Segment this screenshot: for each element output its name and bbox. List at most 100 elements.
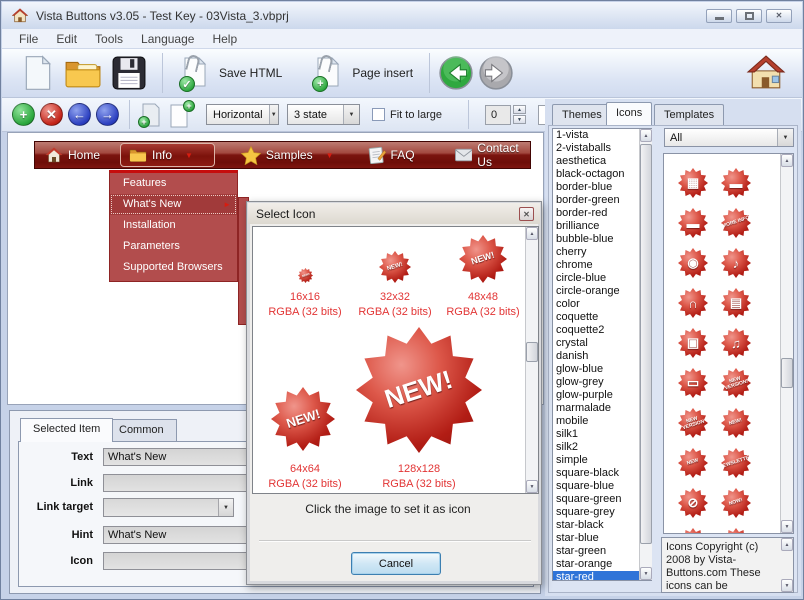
spacing-spinner[interactable]: 0 bbox=[485, 105, 511, 125]
theme-list-item[interactable]: border-red bbox=[553, 207, 651, 220]
home-button[interactable] bbox=[744, 53, 788, 93]
new-version-star-icon[interactable]: NEW VERSION bbox=[678, 408, 708, 438]
theme-list-item[interactable]: danish bbox=[553, 350, 651, 363]
mouse-star-icon[interactable]: ◉ bbox=[678, 248, 708, 278]
icon-filter-select[interactable]: All ▼ bbox=[664, 128, 794, 147]
menu-item-parameters[interactable]: Parameters bbox=[110, 236, 237, 257]
link-target-select[interactable]: ▼ bbox=[103, 498, 234, 517]
theme-list-item[interactable]: cherry bbox=[553, 246, 651, 259]
theme-list-item[interactable]: star-blue bbox=[553, 532, 651, 545]
fit-to-large-checkbox[interactable] bbox=[372, 108, 385, 121]
scroll-up-icon[interactable]: ▲ bbox=[640, 129, 652, 142]
theme-list-scrollbar[interactable]: ▲ ▼ bbox=[639, 129, 652, 580]
save-project-button[interactable] bbox=[110, 54, 148, 92]
scrollbar-thumb[interactable] bbox=[526, 342, 538, 362]
audio-file-star-icon[interactable]: ♫ bbox=[721, 328, 751, 358]
minus-star-icon[interactable]: ▬ bbox=[721, 168, 751, 198]
theme-list-item[interactable]: circle-blue bbox=[553, 272, 651, 285]
theme-list-item[interactable]: star-orange bbox=[553, 558, 651, 571]
partial-star-icon[interactable] bbox=[678, 528, 708, 534]
partial-star-icon[interactable] bbox=[721, 528, 751, 534]
new-project-button[interactable] bbox=[22, 53, 54, 93]
menu-item-installation[interactable]: Installation bbox=[110, 215, 237, 236]
menu-language[interactable]: Language bbox=[132, 30, 203, 48]
theme-list-item[interactable]: glow-grey bbox=[553, 376, 651, 389]
theme-list-item[interactable]: circle-orange bbox=[553, 285, 651, 298]
icon-grid-scrollbar[interactable]: ▲ ▼ bbox=[780, 154, 793, 533]
scroll-down-icon[interactable]: ▼ bbox=[781, 579, 793, 592]
new-version-star-icon[interactable]: NEW VERSION! bbox=[721, 368, 751, 398]
delete-item-button[interactable]: ✕ bbox=[40, 103, 63, 126]
theme-list-item[interactable]: bubble-blue bbox=[553, 233, 651, 246]
maximize-button[interactable] bbox=[736, 9, 762, 23]
spinner-up-button[interactable]: ▲ bbox=[513, 105, 526, 114]
newsletter-star-icon[interactable]: NEWSLETTER bbox=[721, 448, 751, 478]
add-item-button[interactable]: + bbox=[12, 103, 35, 126]
theme-list-item[interactable]: mobile bbox=[553, 415, 651, 428]
more-info-star-icon[interactable]: MORE INFO bbox=[721, 208, 751, 238]
new-star-icon[interactable]: NEW bbox=[678, 448, 708, 478]
theme-list-item[interactable]: 1-vista bbox=[553, 129, 651, 142]
menu-item-features[interactable]: Features bbox=[110, 173, 237, 194]
theme-list-item[interactable]: square-grey bbox=[553, 506, 651, 519]
copyright-scrollbar[interactable]: ▲ ▼ bbox=[781, 538, 794, 592]
theme-list-item[interactable]: square-black bbox=[553, 467, 651, 480]
spinner-down-button[interactable]: ▼ bbox=[513, 115, 526, 124]
menu-edit[interactable]: Edit bbox=[47, 30, 86, 48]
scroll-up-icon[interactable]: ▲ bbox=[781, 154, 793, 167]
pictures-star-icon[interactable]: ▣ bbox=[678, 328, 708, 358]
scroll-up-icon[interactable]: ▲ bbox=[526, 227, 538, 240]
theme-list-item[interactable]: brilliance bbox=[553, 220, 651, 233]
tab-icons[interactable]: Icons bbox=[606, 102, 652, 125]
move-left-button[interactable]: ← bbox=[68, 103, 91, 126]
scroll-up-icon[interactable]: ▲ bbox=[781, 538, 793, 551]
scroll-down-icon[interactable]: ▼ bbox=[526, 480, 538, 493]
now-star-icon[interactable]: NOW! bbox=[721, 488, 751, 518]
theme-list-item[interactable]: square-green bbox=[553, 493, 651, 506]
icon-preview-32[interactable]: NEW! bbox=[379, 251, 411, 283]
theme-list-item[interactable]: 2-vistaballs bbox=[553, 142, 651, 155]
theme-list-item[interactable]: silk1 bbox=[553, 428, 651, 441]
menu-file[interactable]: File bbox=[10, 30, 47, 48]
icon-preview-16[interactable]: NEW! bbox=[298, 268, 313, 283]
menu-help[interactable]: Help bbox=[203, 30, 246, 48]
state-select[interactable]: 3 state ▼ bbox=[287, 104, 360, 125]
minus-star-icon[interactable]: ▬ bbox=[678, 208, 708, 238]
theme-list-item[interactable]: silk2 bbox=[553, 441, 651, 454]
nav-item-samples[interactable]: Samples ▼ bbox=[241, 146, 334, 165]
theme-list-item[interactable]: coquette bbox=[553, 311, 651, 324]
headphones-star-icon[interactable]: ∩ bbox=[678, 288, 708, 318]
theme-list-item[interactable]: border-green bbox=[553, 194, 651, 207]
scrollbar-thumb[interactable] bbox=[640, 144, 652, 544]
monitor-star-icon[interactable]: ▭ bbox=[678, 368, 708, 398]
nav-item-info[interactable]: Info ▼ bbox=[120, 143, 215, 167]
icon-preview-48[interactable]: NEW! bbox=[459, 235, 507, 283]
insert-page-button[interactable]: + bbox=[168, 102, 192, 128]
move-right-button[interactable]: → bbox=[96, 103, 119, 126]
theme-list-item[interactable]: simple bbox=[553, 454, 651, 467]
theme-list-item[interactable]: chrome bbox=[553, 259, 651, 272]
menu-item-whats-new[interactable]: What's New► bbox=[110, 194, 237, 215]
forward-button[interactable] bbox=[476, 53, 516, 93]
nav-item-faq[interactable]: FAQ bbox=[368, 146, 415, 164]
theme-list-item[interactable]: star-red bbox=[553, 571, 651, 581]
scroll-down-icon[interactable]: ▼ bbox=[781, 520, 793, 533]
nav-item-contact-us[interactable]: Contact Us bbox=[455, 141, 530, 169]
forbidden-star-icon[interactable]: ⊘ bbox=[678, 488, 708, 518]
tab-selected-item[interactable]: Selected Item bbox=[20, 418, 113, 442]
scrollbar-thumb[interactable] bbox=[781, 358, 793, 388]
movie-star-icon[interactable]: ▦ bbox=[678, 168, 708, 198]
menu-item-supported-browsers[interactable]: Supported Browsers bbox=[110, 257, 237, 278]
theme-list-item[interactable]: color bbox=[553, 298, 651, 311]
new-star-icon[interactable]: NEW! bbox=[721, 408, 751, 438]
tab-common[interactable]: Common bbox=[106, 419, 177, 442]
minimize-button[interactable] bbox=[706, 9, 732, 23]
dialog-scrollbar[interactable]: ▲ ▼ bbox=[525, 227, 538, 493]
theme-list-item[interactable]: aesthetica bbox=[553, 155, 651, 168]
music-note-star-icon[interactable]: ♪ bbox=[721, 248, 751, 278]
page-insert-button[interactable]: + bbox=[308, 53, 348, 93]
nav-item-home[interactable]: Home bbox=[45, 147, 100, 163]
theme-list-item[interactable]: marmalade bbox=[553, 402, 651, 415]
theme-list-item[interactable]: glow-blue bbox=[553, 363, 651, 376]
icon-preview-64[interactable]: NEW! bbox=[271, 387, 335, 451]
